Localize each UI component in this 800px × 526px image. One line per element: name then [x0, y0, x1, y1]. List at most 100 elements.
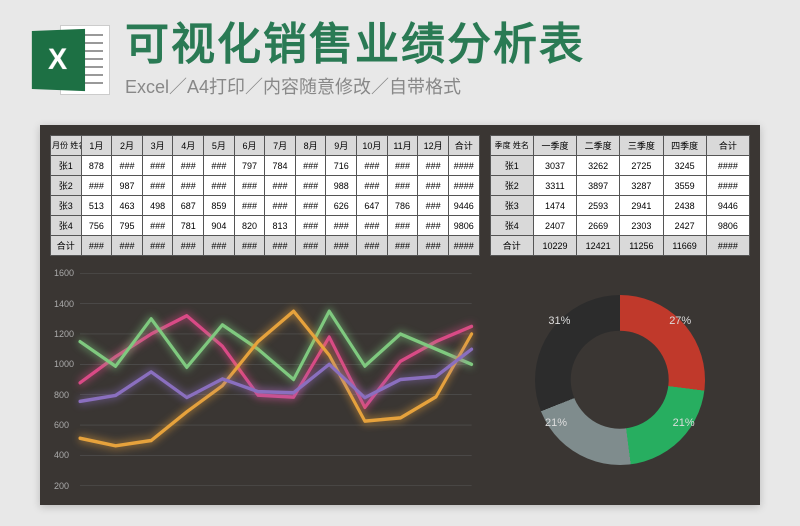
page-subtitle: Excel／A4打印／内容随意修改／自带格式 — [125, 73, 770, 99]
table-header: 2月 — [112, 136, 143, 156]
row-name: 张1 — [490, 156, 533, 176]
table-cell: 716 — [326, 156, 357, 176]
table-cell: ### — [81, 236, 112, 256]
table-cell: ### — [142, 156, 173, 176]
y-axis-tick: 600 — [54, 420, 69, 430]
table-cell: ### — [295, 176, 326, 196]
table-cell: 1474 — [533, 196, 576, 216]
table-row: 张314742593294124389446 — [490, 196, 749, 216]
table-cell: ### — [387, 176, 418, 196]
row-name: 张4 — [490, 216, 533, 236]
y-axis-tick: 800 — [54, 390, 69, 400]
table-cell: 3262 — [577, 156, 620, 176]
table-cell: ### — [387, 216, 418, 236]
table-cell: 11256 — [620, 236, 663, 256]
table-header: 12月 — [418, 136, 449, 156]
y-axis-tick: 400 — [54, 450, 69, 460]
row-name: 张4 — [51, 216, 82, 236]
row-name: 张3 — [490, 196, 533, 216]
table-cell: ### — [265, 176, 296, 196]
table-corner: 季度 姓名 — [490, 136, 533, 156]
row-name: 张3 — [51, 196, 82, 216]
table-cell: 2407 — [533, 216, 576, 236]
table-cell: ### — [234, 196, 265, 216]
table-cell: ### — [418, 176, 449, 196]
table-cell: 756 — [81, 216, 112, 236]
donut-chart: 27%21%21%31% — [490, 264, 750, 495]
table-cell: 820 — [234, 216, 265, 236]
table-cell: 687 — [173, 196, 204, 216]
table-cell: ### — [81, 176, 112, 196]
table-header: 3月 — [142, 136, 173, 156]
table-row: 张3513463498687859#########626647786###94… — [51, 196, 480, 216]
table-cell: ### — [142, 176, 173, 196]
table-cell: ### — [112, 156, 143, 176]
table-row: 张13037326227253245#### — [490, 156, 749, 176]
quarter-table: 季度 姓名一季度二季度三季度四季度合计 张13037326227253245##… — [490, 135, 750, 256]
table-cell: 3897 — [577, 176, 620, 196]
table-cell: ### — [326, 236, 357, 256]
table-cell: ### — [173, 176, 204, 196]
table-cell: ### — [418, 236, 449, 256]
table-header: 9月 — [326, 136, 357, 156]
title-block: 可视化销售业绩分析表 Excel／A4打印／内容随意修改／自带格式 — [125, 21, 770, 99]
table-cell: ### — [142, 236, 173, 256]
table-header: 四季度 — [663, 136, 706, 156]
table-cell: 498 — [142, 196, 173, 216]
table-cell: ### — [295, 156, 326, 176]
table-cell: #### — [448, 236, 479, 256]
table-cell: 2427 — [663, 216, 706, 236]
table-cell: 786 — [387, 196, 418, 216]
table-header: 8月 — [295, 136, 326, 156]
table-cell: 813 — [265, 216, 296, 236]
table-row: 张23311389732873559#### — [490, 176, 749, 196]
table-row: 张1878############797784###716###########… — [51, 156, 480, 176]
table-header: 1月 — [81, 136, 112, 156]
donut-slice-label: 21% — [545, 417, 567, 429]
table-cell: ### — [357, 236, 388, 256]
table-cell: 859 — [204, 196, 235, 216]
table-cell: 2593 — [577, 196, 620, 216]
table-cell: ### — [112, 236, 143, 256]
table-cell: 9446 — [706, 196, 749, 216]
table-cell: 2303 — [620, 216, 663, 236]
table-cell: 904 — [204, 216, 235, 236]
table-cell: 2669 — [577, 216, 620, 236]
table-cell: 795 — [112, 216, 143, 236]
table-cell: 647 — [357, 196, 388, 216]
page-title: 可视化销售业绩分析表 — [125, 21, 770, 69]
table-header: 5月 — [204, 136, 235, 156]
table-cell: ### — [204, 176, 235, 196]
table-cell: ### — [265, 236, 296, 256]
table-cell: #### — [706, 236, 749, 256]
table-header: 6月 — [234, 136, 265, 156]
table-cell: 3037 — [533, 156, 576, 176]
donut-slice-label: 21% — [673, 417, 695, 429]
table-header: 11月 — [387, 136, 418, 156]
row-name: 合计 — [51, 236, 82, 256]
table-header: 合计 — [448, 136, 479, 156]
table-cell: ### — [234, 236, 265, 256]
table-row: 张424072669230324279806 — [490, 216, 749, 236]
table-header: 三季度 — [620, 136, 663, 156]
table-cell: ### — [418, 216, 449, 236]
table-cell: ### — [234, 176, 265, 196]
table-cell: 9446 — [448, 196, 479, 216]
y-axis-tick: 1600 — [54, 268, 74, 278]
table-header: 合计 — [706, 136, 749, 156]
table-cell: ### — [326, 216, 357, 236]
table-header: 二季度 — [577, 136, 620, 156]
table-cell: ### — [295, 216, 326, 236]
table-corner: 月份 姓名 — [51, 136, 82, 156]
excel-icon: X — [30, 20, 110, 100]
table-cell: 9806 — [706, 216, 749, 236]
table-cell: 2725 — [620, 156, 663, 176]
row-name: 张2 — [51, 176, 82, 196]
table-cell: 3287 — [620, 176, 663, 196]
table-cell: 2438 — [663, 196, 706, 216]
table-cell: 3559 — [663, 176, 706, 196]
table-cell: 9806 — [448, 216, 479, 236]
table-header: 一季度 — [533, 136, 576, 156]
row-name: 张2 — [490, 176, 533, 196]
y-axis-tick: 1400 — [54, 299, 74, 309]
